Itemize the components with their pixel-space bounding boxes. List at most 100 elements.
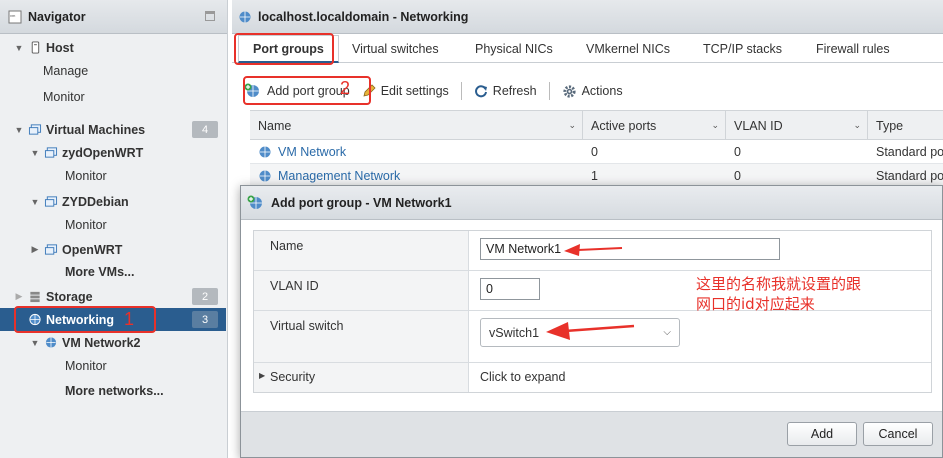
nav-label: Storage <box>46 289 93 304</box>
row-name-link[interactable]: VM Network <box>278 145 346 159</box>
refresh-button[interactable]: Refresh <box>474 84 537 98</box>
virtual-switch-select[interactable]: vSwitch1 ⌵ <box>480 318 680 347</box>
nav-network-vm-network2[interactable]: ▼ VM Network2 <box>0 331 226 354</box>
column-label: Active ports <box>591 118 657 133</box>
network-icon <box>259 170 271 182</box>
row-active-ports-cell: 0 <box>591 145 598 159</box>
nav-label: VM Network2 <box>62 335 141 350</box>
virtual-switch-label: Virtual switch <box>254 311 469 362</box>
toolbar-divider <box>548 82 550 100</box>
nav-virtual-machines[interactable]: ▼ Virtual Machines 4 <box>0 118 226 141</box>
form-row-security[interactable]: ▶ Security Click to expand <box>254 363 931 392</box>
nav-host-monitor[interactable]: Monitor <box>0 85 226 108</box>
nav-label: OpenWRT <box>62 242 123 257</box>
nav-host-manage[interactable]: Manage <box>0 59 226 82</box>
caret-down-icon[interactable]: ▼ <box>30 197 40 207</box>
nav-vm-zyddebian[interactable]: ▼ ZYDDebian <box>0 190 226 213</box>
gear-icon <box>562 84 576 98</box>
security-label: Security <box>270 370 316 384</box>
nav-more-networks[interactable]: More networks... <box>0 379 226 402</box>
nav-label: Manage <box>43 63 89 78</box>
vm-icon <box>44 147 58 158</box>
chevron-down-icon: ⌵ <box>663 327 671 338</box>
annotation-note: 这里的名称我就设置的跟 网口的id对应起来 <box>696 274 861 314</box>
host-icon <box>31 41 40 54</box>
collapse-panel-icon[interactable] <box>205 11 215 21</box>
vm-icon <box>44 244 58 255</box>
caret-down-icon[interactable]: ▼ <box>30 148 40 158</box>
tab-virtual-switches[interactable]: Virtual switches <box>352 35 439 63</box>
nav-label: More VMs... <box>65 264 135 279</box>
row-name-link[interactable]: Management Network <box>278 169 400 183</box>
navigator-logo-icon: vm <box>8 10 22 23</box>
storage-icon <box>30 291 40 303</box>
vm-icon <box>28 124 42 135</box>
column-label: Type <box>876 118 904 133</box>
column-name-header[interactable]: Name ⌄ <box>250 111 583 140</box>
nav-host-label: Host <box>46 40 74 55</box>
tab-vmkernel-nics[interactable]: VMkernel NICs <box>586 35 670 63</box>
vlan-id-label: VLAN ID <box>254 271 469 310</box>
add-port-group-dialog: Add port group - VM Network1 Name VM Net… <box>240 185 943 458</box>
nav-vm-monitor[interactable]: Monitor <box>0 164 226 187</box>
nav-label: Monitor <box>43 89 85 104</box>
nav-more-vms[interactable]: More VMs... <box>0 260 226 283</box>
nav-label: Virtual Machines <box>46 122 146 137</box>
virtual-switch-value: vSwitch1 <box>489 325 540 340</box>
table-header: Name ⌄ Active ports ⌄ VLAN ID ⌄ Type <box>250 110 943 140</box>
network-icon <box>259 146 271 158</box>
annotation-note-line1: 这里的名称我就设置的跟 <box>696 275 862 293</box>
nav-label: More networks... <box>65 383 164 398</box>
caret-right-icon[interactable]: ▶ <box>259 371 265 380</box>
tab-bar: Port groups Virtual switches Physical NI… <box>232 35 943 63</box>
vlan-id-input[interactable]: 0 <box>480 278 540 300</box>
nav-label: zydOpenWRT <box>62 145 144 160</box>
annotation-highlight-add-port-group <box>243 76 371 105</box>
column-active-ports-header[interactable]: Active ports ⌄ <box>583 111 726 140</box>
actions-label: Actions <box>581 84 623 98</box>
annotation-highlight-port-groups <box>234 33 334 65</box>
nav-vm-openwrt[interactable]: ▶ OpenWRT <box>0 238 226 261</box>
column-label: Name <box>258 118 292 133</box>
edit-settings-button[interactable]: Edit settings <box>362 84 449 98</box>
annotation-number-2: 2 <box>340 78 351 98</box>
port-groups-table: Name ⌄ Active ports ⌄ VLAN ID ⌄ Type VM Net… <box>250 110 943 188</box>
nav-vm-monitor[interactable]: Monitor <box>0 213 226 236</box>
actions-button[interactable]: Actions <box>562 84 623 99</box>
caret-right-icon[interactable]: ▶ <box>30 244 40 255</box>
nav-storage[interactable]: ▶ Storage 2 <box>0 285 226 308</box>
refresh-icon <box>474 85 487 98</box>
navigator-title: Navigator <box>28 9 86 24</box>
security-expand-hint[interactable]: Click to expand <box>480 370 565 384</box>
tab-firewall-rules[interactable]: Firewall rules <box>816 35 890 63</box>
annotation-note-line2: 网口的id对应起来 <box>696 295 815 313</box>
cancel-button[interactable]: Cancel <box>863 422 933 446</box>
dialog-title: Add port group - VM Network1 <box>271 195 452 210</box>
table-row[interactable]: VM Network 0 0 Standard port group <box>250 140 943 164</box>
nav-network-monitor[interactable]: Monitor <box>0 354 226 377</box>
name-input[interactable]: VM Network1 <box>480 238 780 260</box>
column-label: VLAN ID <box>734 118 783 133</box>
chevron-down-icon[interactable]: ⌄ <box>853 120 861 131</box>
chevron-down-icon[interactable]: ⌄ <box>568 120 576 131</box>
tab-physical-nics[interactable]: Physical NICs <box>475 35 553 63</box>
form-row-vswitch: Virtual switch vSwitch1 ⌵ <box>254 311 931 363</box>
security-expander[interactable]: ▶ Security <box>254 363 469 392</box>
annotation-number-1: 1 <box>124 309 135 329</box>
caret-right-icon[interactable]: ▶ <box>14 291 24 302</box>
chevron-down-icon[interactable]: ⌄ <box>711 120 719 131</box>
nav-vm-zydopenwrt[interactable]: ▼ zydOpenWRT <box>0 141 226 164</box>
row-name-cell[interactable]: VM Network <box>250 140 583 164</box>
column-type-header[interactable]: Type <box>868 111 943 140</box>
network-icon <box>239 11 251 22</box>
caret-down-icon[interactable]: ▼ <box>14 125 24 135</box>
row-type-cell: Standard port group <box>876 145 943 159</box>
vm-icon <box>44 196 58 207</box>
edit-settings-label: Edit settings <box>380 84 449 98</box>
nav-host[interactable]: ▼ Host <box>0 36 226 59</box>
tab-tcpip-stacks[interactable]: TCP/IP stacks <box>703 35 782 63</box>
caret-down-icon[interactable]: ▼ <box>30 338 40 348</box>
column-vlan-id-header[interactable]: VLAN ID ⌄ <box>726 111 868 140</box>
add-button[interactable]: Add <box>787 422 857 446</box>
caret-down-icon[interactable]: ▼ <box>14 43 24 53</box>
